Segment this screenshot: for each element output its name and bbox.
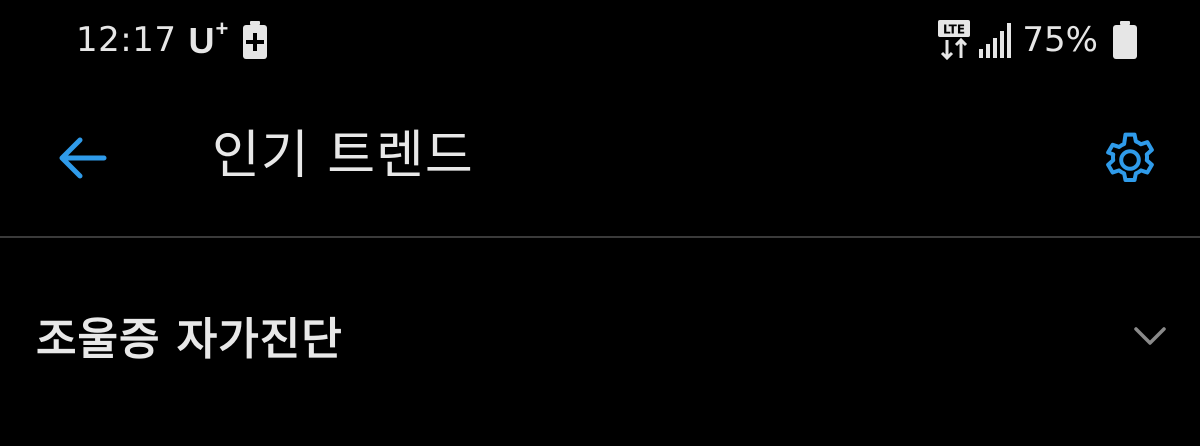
battery-percent: 75% — [1022, 20, 1098, 60]
carrier-label: U+ — [188, 17, 228, 61]
chevron-down-icon[interactable] — [1132, 318, 1168, 354]
battery-icon — [1113, 21, 1137, 59]
clock: 12:17 — [76, 20, 177, 60]
back-button[interactable] — [40, 116, 124, 200]
app-bar: 인기 트렌드 — [0, 80, 1200, 236]
list-item[interactable]: 조울증 자가진단 — [0, 238, 1200, 446]
lte-data-icon: LTE — [938, 20, 971, 60]
lte-text: LTE — [943, 23, 965, 37]
page-title: 인기 트렌드 — [212, 126, 474, 186]
status-bar: 12:17 U+ LTE 75% — [0, 0, 1200, 80]
battery-charging-icon — [243, 21, 268, 59]
cell-signal-icon — [979, 23, 1012, 58]
status-bar-left: 12:17 U+ — [76, 16, 268, 64]
gear-icon — [1106, 132, 1154, 182]
arrow-left-icon — [59, 137, 107, 179]
list-item-label: 조울증 자가진단 — [36, 314, 343, 365]
carrier-plus: + — [215, 15, 229, 41]
carrier-name: U — [188, 19, 215, 61]
status-bar-right: LTE 75% — [938, 16, 1138, 64]
settings-button[interactable] — [1090, 120, 1170, 200]
